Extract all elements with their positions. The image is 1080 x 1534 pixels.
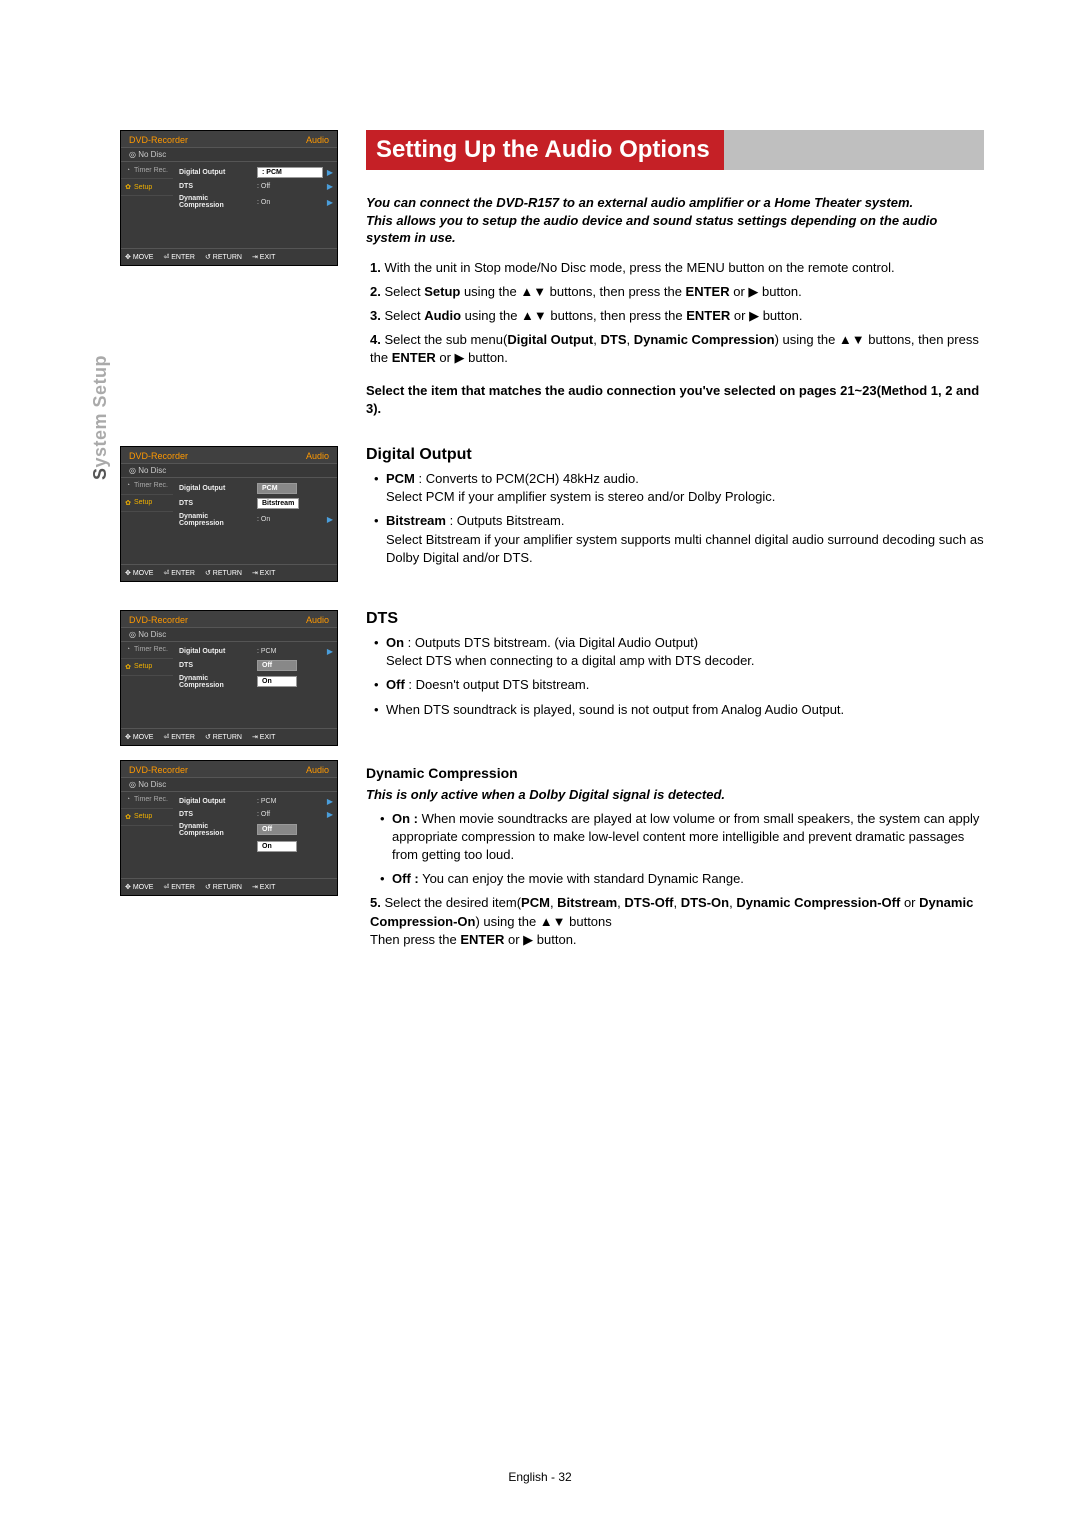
arrow-right-icon: ▶ <box>327 515 333 524</box>
arrow-right-icon: ▶ <box>327 810 333 819</box>
osd-screenshot-2: DVD-RecorderAudio No Disc ◔Timer Rec. ✿S… <box>120 446 338 582</box>
osd-opt-digital: Digital Output: PCM▶ <box>175 165 337 180</box>
steps-list: 1. With the unit in Stop mode/No Disc mo… <box>370 259 984 368</box>
osd-opt-dts: DTS: Off▶ <box>175 808 337 821</box>
enter-icon: ⏎ ENTER <box>163 569 195 577</box>
page-title-block: Setting Up the Audio Options <box>366 130 984 170</box>
osd-opt-dyn: Dynamic CompressionOn <box>175 673 337 691</box>
osd-opt-digital: Digital OutputPCM <box>175 481 337 496</box>
osd-section: Audio <box>306 135 329 145</box>
move-icon: ✥ MOVE <box>125 883 153 891</box>
clock-icon: ◔ <box>124 646 132 654</box>
gear-icon: ✿ <box>124 499 132 507</box>
select-note: Select the item that matches the audio c… <box>366 382 984 418</box>
arrow-right-icon: ▶ <box>327 647 333 656</box>
move-icon: ✥ MOVE <box>125 569 153 577</box>
arrow-right-icon: ▶ <box>327 168 333 177</box>
osd-opt-dyn-on: On <box>175 839 337 854</box>
osd-hint-bar: ✥ MOVE ⏎ ENTER ↺ RETURN ⇥ EXIT <box>121 248 337 265</box>
exit-icon: ⇥ EXIT <box>252 733 275 741</box>
step-1: 1. With the unit in Stop mode/No Disc mo… <box>370 259 984 277</box>
osd-nav-timer: ◔Timer Rec. <box>121 162 173 179</box>
clock-icon: ◔ <box>124 796 132 804</box>
dts-heading: DTS <box>366 610 984 628</box>
dts-bullets: On : Outputs DTS bitstream. (via Digital… <box>376 634 984 719</box>
clock-icon: ◔ <box>124 482 132 490</box>
exit-icon: ⇥ EXIT <box>252 569 275 577</box>
intro-text: You can connect the DVD-R157 to an exter… <box>366 194 984 247</box>
osd-opt-dyn-off: Dynamic CompressionOff <box>175 821 337 839</box>
osd-opt-dyn: Dynamic Compression: On▶ <box>175 511 337 529</box>
page-footer: English - 32 <box>0 1470 1080 1484</box>
gear-icon: ✿ <box>124 183 132 191</box>
dyn-italic-note: This is only active when a Dolby Digital… <box>366 787 984 802</box>
osd-screenshot-3: DVD-RecorderAudio No Disc ◔Timer Rec. ✿S… <box>120 610 338 746</box>
digital-output-heading: Digital Output <box>366 446 984 464</box>
arrow-right-icon: ▶ <box>327 198 333 207</box>
osd-screenshot-1: DVD-Recorder Audio No Disc ◔Timer Rec. ✿S… <box>120 130 338 266</box>
enter-icon: ⏎ ENTER <box>163 253 195 261</box>
step-3: 3. Select Audio using the ▲▼ buttons, th… <box>370 307 984 325</box>
arrow-right-icon: ▶ <box>327 797 333 806</box>
page-title: Setting Up the Audio Options <box>366 130 724 170</box>
step-4: 4. Select the sub menu(Digital Output, D… <box>370 331 984 367</box>
exit-icon: ⇥ EXIT <box>252 883 275 891</box>
osd-brand: DVD-Recorder <box>129 135 188 145</box>
gear-icon: ✿ <box>124 663 132 671</box>
return-icon: ↺ RETURN <box>205 733 242 741</box>
move-icon: ✥ MOVE <box>125 253 153 261</box>
osd-disc-status: No Disc <box>121 147 337 162</box>
enter-icon: ⏎ ENTER <box>163 733 195 741</box>
osd-screenshot-4: DVD-RecorderAudio No Disc ◔Timer Rec. ✿S… <box>120 760 338 896</box>
osd-opt-dyn: Dynamic Compression: On▶ <box>175 193 337 211</box>
osd-opt-digital: Digital Output: PCM▶ <box>175 795 337 808</box>
return-icon: ↺ RETURN <box>205 253 242 261</box>
dyn-heading: Dynamic Compression <box>366 765 984 781</box>
clock-icon: ◔ <box>124 166 132 174</box>
step-5: 5. Select the desired item(PCM, Bitstrea… <box>370 894 984 949</box>
return-icon: ↺ RETURN <box>205 883 242 891</box>
digital-output-bullets: PCM : Converts to PCM(2CH) 48kHz audio.S… <box>376 470 984 567</box>
arrow-right-icon: ▶ <box>327 182 333 191</box>
dyn-bullets: On : When movie soundtracks are played a… <box>382 810 984 889</box>
step-2: 2. Select Setup using the ▲▼ buttons, th… <box>370 283 984 301</box>
osd-nav-setup: ✿Setup <box>121 179 173 196</box>
osd-opt-dts: DTSBitstream <box>175 496 337 511</box>
osd-opt-dts: DTSOff <box>175 658 337 673</box>
osd-opt-digital: Digital Output: PCM▶ <box>175 645 337 658</box>
enter-icon: ⏎ ENTER <box>163 883 195 891</box>
section-tab: System Setup <box>90 355 111 480</box>
osd-opt-dts: DTS: Off▶ <box>175 180 337 193</box>
gear-icon: ✿ <box>124 813 132 821</box>
exit-icon: ⇥ EXIT <box>252 253 275 261</box>
return-icon: ↺ RETURN <box>205 569 242 577</box>
move-icon: ✥ MOVE <box>125 733 153 741</box>
